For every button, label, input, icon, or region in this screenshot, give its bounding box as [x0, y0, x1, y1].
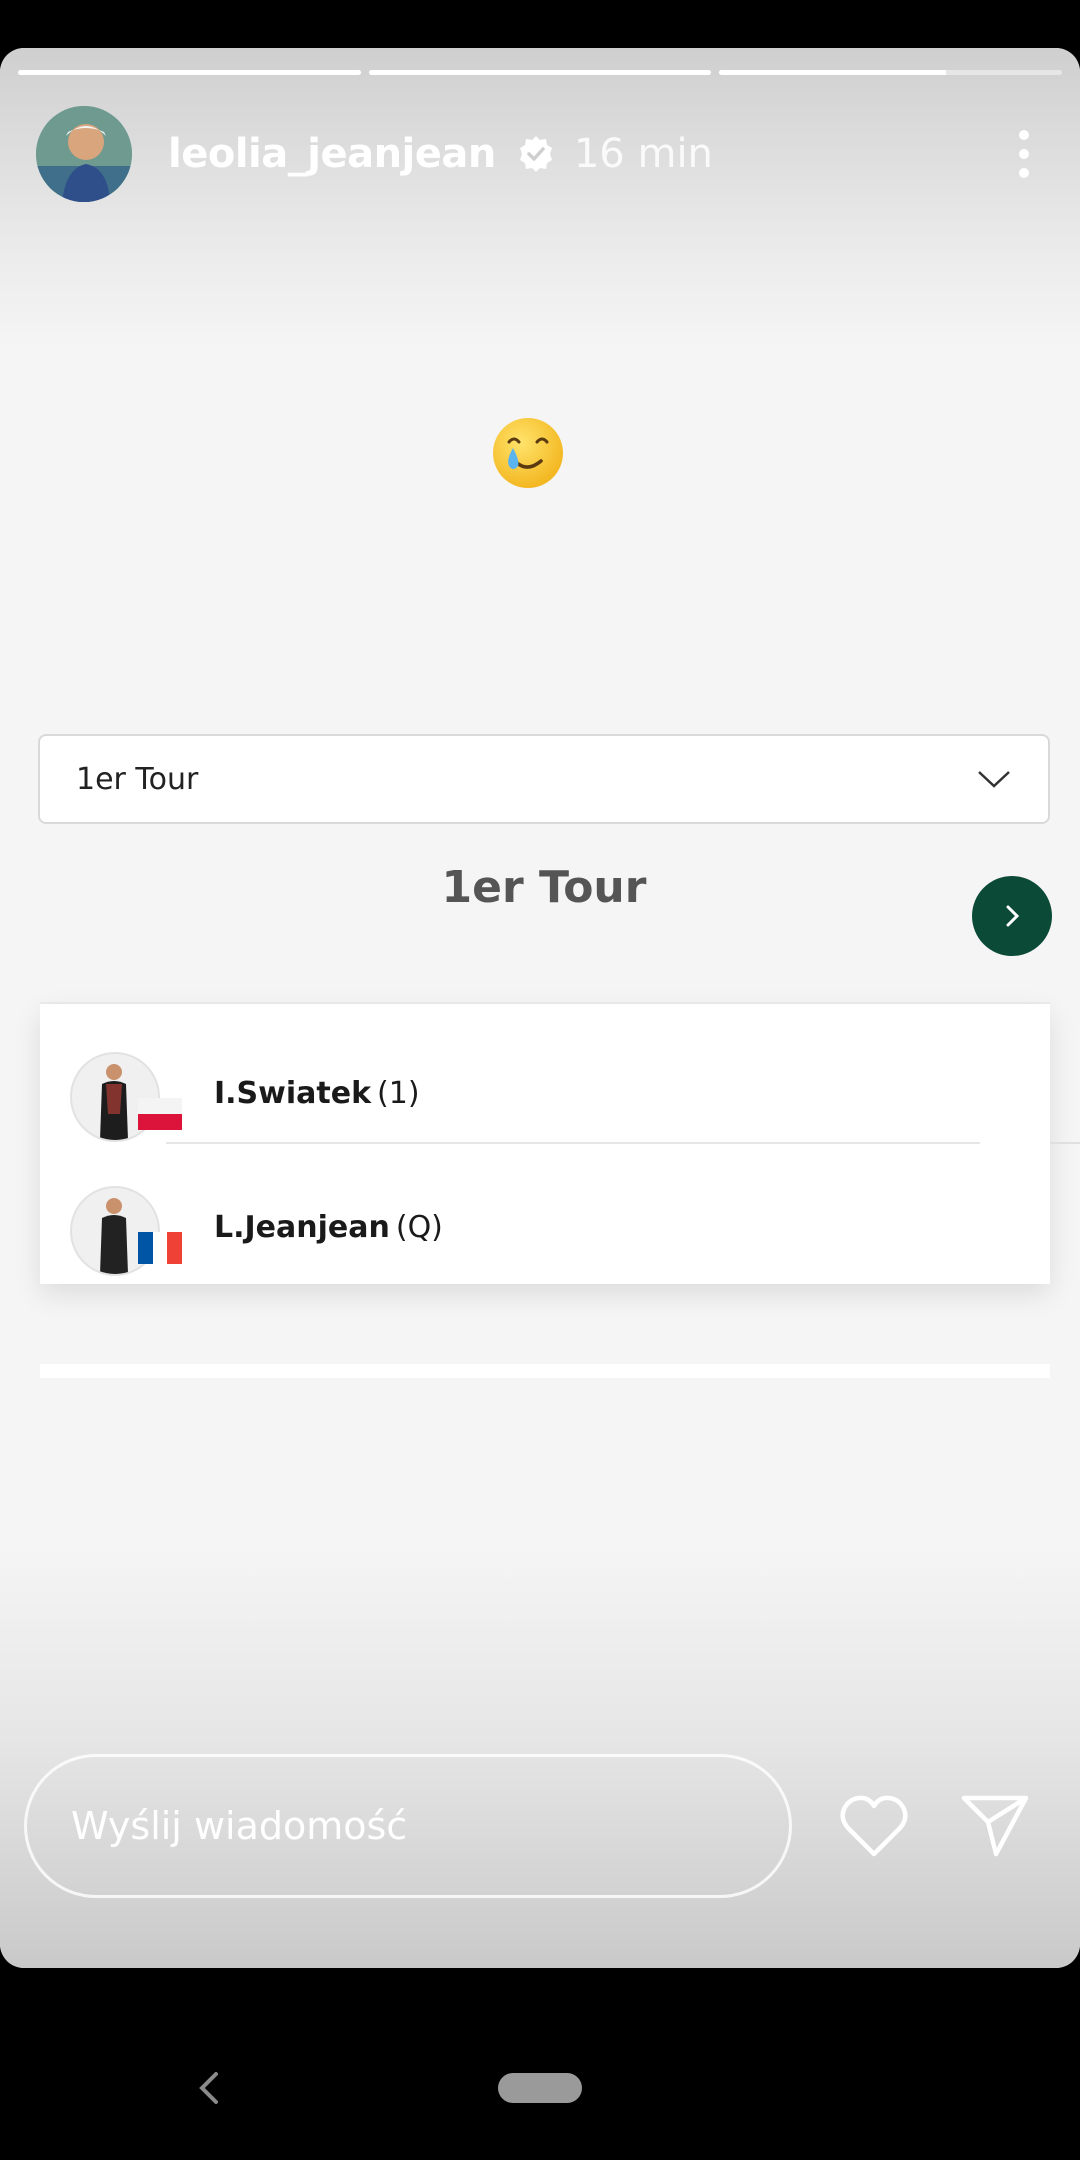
smiling-face-with-tear-icon [493, 418, 563, 488]
player-seed: (Q) [395, 1210, 443, 1245]
round-dropdown-label: 1er Tour [76, 761, 199, 797]
progress-segment [368, 70, 712, 75]
next-round-button[interactable] [972, 876, 1052, 956]
card-side-line [1050, 1142, 1080, 1144]
progress-segment [18, 70, 361, 75]
player-divider [166, 1142, 980, 1144]
verified-badge-icon [519, 136, 552, 172]
post-time: 16 min [573, 131, 713, 177]
story-header: leolia_jeanjean 16 min [36, 104, 1044, 204]
player-seed: (1) [377, 1076, 420, 1111]
story-viewer[interactable]: leolia_jeanjean 16 min 1er Tour 1er Tour [0, 48, 1080, 1968]
home-gesture-pill[interactable] [498, 2073, 582, 2103]
message-placeholder: Wyślij wiadomość [71, 1804, 408, 1848]
player-name-text: L.Jeanjean [214, 1210, 390, 1245]
france-flag-icon [138, 1232, 182, 1264]
more-options-icon[interactable] [1004, 124, 1044, 184]
story-progress-bar [18, 70, 1063, 75]
next-card-edge [40, 1364, 1050, 1378]
reply-controls: Wyślij wiadomość [0, 1754, 1080, 1904]
player-name-text: I.Swiatek [214, 1076, 372, 1111]
poland-flag-icon [138, 1098, 182, 1130]
player-name: L.Jeanjean (Q) [214, 1210, 443, 1245]
heart-icon[interactable] [838, 1792, 910, 1858]
round-title: 1er Tour [441, 862, 647, 913]
message-input[interactable]: Wyślij wiadomość [24, 1754, 792, 1898]
chevron-down-icon [978, 771, 1010, 788]
round-dropdown[interactable]: 1er Tour [38, 734, 1050, 824]
player-row[interactable]: I.Swiatek (1) [70, 1052, 1030, 1142]
profile-avatar[interactable] [36, 106, 132, 202]
back-icon[interactable] [196, 2070, 220, 2106]
progress-segment-current [719, 70, 1063, 75]
embedded-match-screenshot: 1er Tour 1er Tour I.Swiatek (1) L.Jeanje… [0, 684, 1080, 1384]
match-card[interactable]: I.Swiatek (1) L.Jeanjean (Q) [40, 1004, 1050, 1284]
chevron-right-icon [1006, 905, 1020, 927]
system-navigation-bar [0, 1968, 1080, 2160]
player-row[interactable]: L.Jeanjean (Q) [70, 1186, 1030, 1276]
username[interactable]: leolia_jeanjean [168, 131, 496, 177]
send-icon[interactable] [960, 1790, 1030, 1860]
player-name: I.Swiatek (1) [214, 1076, 420, 1111]
